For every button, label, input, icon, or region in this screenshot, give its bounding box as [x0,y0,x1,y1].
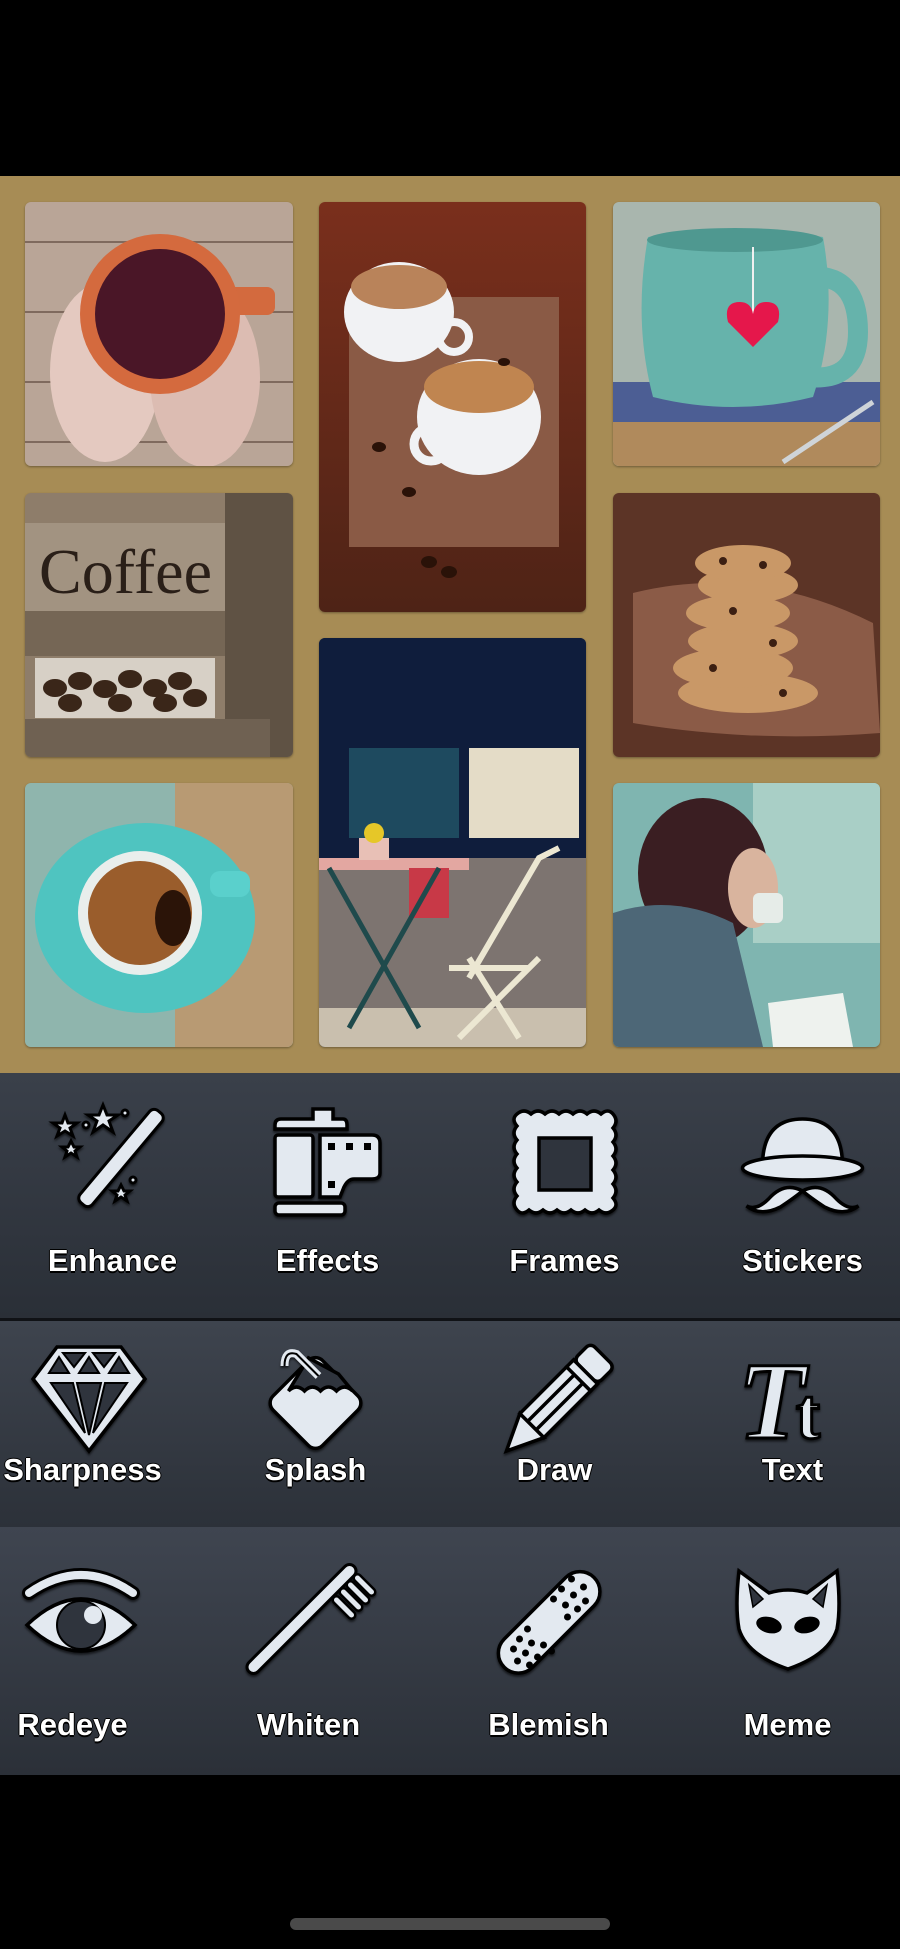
photo-street-cafe [319,638,586,1047]
tool-effects-label: Effects [275,1243,380,1278]
tool-frames[interactable]: Frames [452,1073,677,1318]
svg-text:t: t [796,1374,820,1454]
tool-text-label: Text [761,1452,824,1487]
photo-woman-drinking [613,783,880,1047]
tool-row-3: Redeye Whiten Blemish Meme [0,1527,900,1775]
photo-hands-mug [25,202,293,466]
tool-blemish-label: Blemish [488,1707,609,1742]
home-indicator[interactable] [290,1918,610,1930]
tool-enhance[interactable]: Enhance [0,1073,225,1318]
photo-cell-coffee-drawer[interactable]: Coffee [25,493,293,757]
photo-coffee-drawer: Coffee [25,493,293,757]
photo-collage: Coffee [0,176,900,1073]
eye-icon [21,1565,140,1665]
photo-espresso-cups [319,202,586,612]
diamond-icon [29,1343,149,1455]
tool-stickers[interactable]: Stickers [690,1073,900,1318]
tool-row-2: Sharpness Splash Draw T t Text [0,1321,900,1527]
bandage-icon [491,1565,606,1680]
photo-cell-hands-mug[interactable] [25,202,293,466]
tool-splash-label: Splash [264,1452,367,1487]
tool-splash[interactable]: Splash [203,1321,428,1527]
tool-frames-label: Frames [509,1243,620,1278]
tool-draw[interactable]: Draw [442,1321,667,1527]
tool-whiten[interactable]: Whiten [196,1527,421,1775]
tool-redeye-label: Redeye [17,1707,128,1742]
tool-blemish[interactable]: Blemish [436,1527,661,1775]
top-black-bar [0,0,900,176]
photo-teal-cup [25,783,293,1047]
tool-text[interactable]: T t Text [680,1321,900,1527]
photo-cookies [613,493,880,757]
pencil-icon [497,1343,614,1463]
photo-cell-espresso-cups[interactable] [319,202,586,612]
tool-redeye[interactable]: Redeye [0,1527,185,1775]
toothbrush-icon [241,1562,376,1677]
film-canister-icon [272,1105,384,1220]
coffee-sign-text: Coffee [39,536,212,607]
photo-cell-heart-mug[interactable] [613,202,880,466]
magic-wand-icon [47,1100,173,1213]
tool-row-1: Enhance Effects Frames Stickers [0,1073,900,1318]
photo-cell-street-cafe[interactable] [319,638,586,1047]
stamp-frame-icon [509,1108,621,1220]
cat-mask-icon [733,1567,843,1672]
tool-whiten-label: Whiten [256,1707,361,1742]
tool-sharpness[interactable]: Sharpness [0,1321,195,1527]
tool-draw-label: Draw [516,1452,593,1487]
photo-cell-teal-cup[interactable] [25,783,293,1047]
tool-stickers-label: Stickers [742,1243,863,1278]
paint-bucket-icon [258,1346,373,1461]
tool-sharpness-label: Sharpness [3,1452,162,1487]
tool-enhance-label: Enhance [47,1243,178,1278]
hat-mustache-icon [740,1111,865,1221]
photo-cell-cookies[interactable] [613,493,880,757]
tool-meme[interactable]: Meme [675,1527,900,1775]
text-tt-icon: T t [736,1339,848,1464]
tool-effects[interactable]: Effects [215,1073,440,1318]
tool-meme-label: Meme [743,1707,832,1742]
photo-heart-mug [613,202,880,466]
photo-cell-woman-drinking[interactable] [613,783,880,1047]
